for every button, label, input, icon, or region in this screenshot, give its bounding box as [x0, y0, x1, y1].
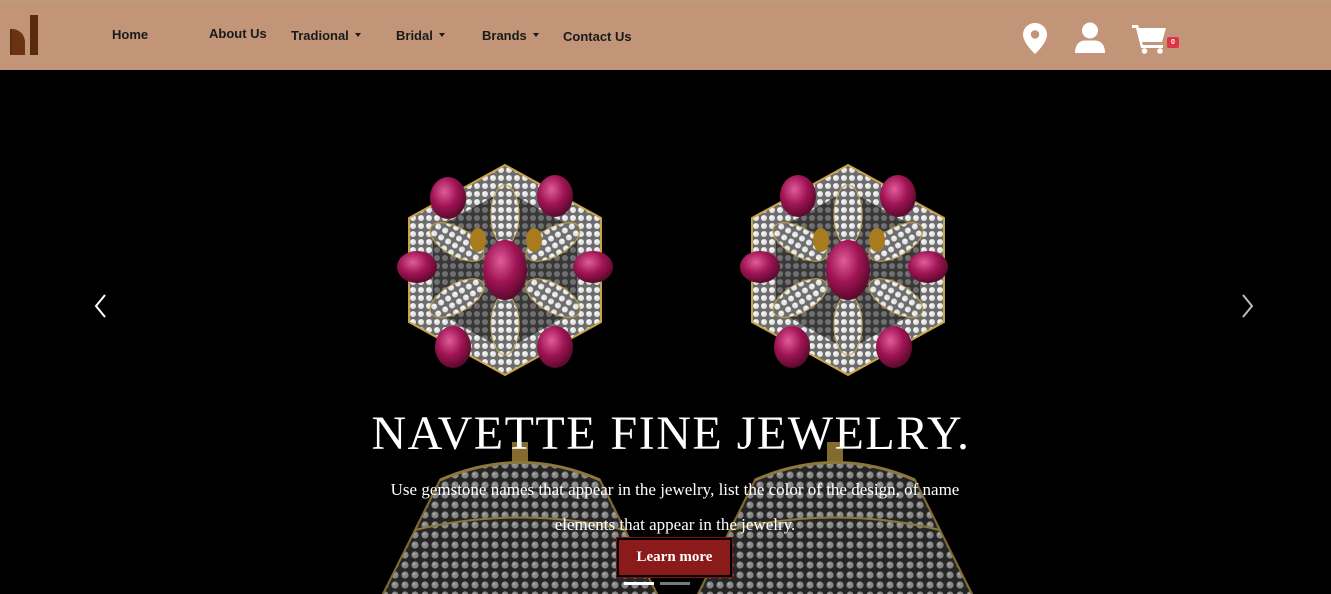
nav-traditional-dropdown[interactable]: Tradional	[291, 28, 361, 43]
shopping-cart-icon[interactable]	[1132, 23, 1168, 54]
map-marker-icon[interactable]	[1023, 23, 1047, 54]
nav-brands-label: Brands	[482, 28, 527, 43]
carousel-next-icon[interactable]	[1236, 292, 1258, 320]
nav-contact-us[interactable]: Contact Us	[563, 29, 632, 44]
chevron-down-icon	[532, 33, 539, 37]
carousel-prev-icon[interactable]	[90, 292, 112, 320]
nav-about-us[interactable]: About Us	[209, 26, 267, 41]
hero-title: NAVETTE FINE JEWELRY.	[371, 407, 971, 460]
brand-logo[interactable]	[10, 15, 40, 57]
user-icon[interactable]	[1075, 22, 1105, 54]
cart-count-badge: 0	[1167, 37, 1179, 48]
nav-brands-dropdown[interactable]: Brands	[482, 28, 539, 43]
chevron-down-icon	[354, 33, 361, 37]
hero-description: Use gemstone names that appear in the je…	[390, 480, 960, 534]
carousel-indicator[interactable]	[660, 582, 690, 585]
hero-carousel: NAVETTE FINE JEWELRY. Use gemstone names…	[0, 70, 1331, 594]
top-navbar: Home About Us Tradional Bridal Brands Co…	[0, 0, 1331, 70]
nav-bridal-label: Bridal	[396, 28, 433, 43]
nav-bridal-dropdown[interactable]: Bridal	[396, 28, 445, 43]
nav-traditional-label: Tradional	[291, 28, 349, 43]
learn-more-button[interactable]: Learn more	[616, 537, 733, 578]
carousel-indicator[interactable]	[624, 582, 654, 585]
chevron-down-icon	[438, 33, 445, 37]
nav-home[interactable]: Home	[112, 27, 148, 42]
